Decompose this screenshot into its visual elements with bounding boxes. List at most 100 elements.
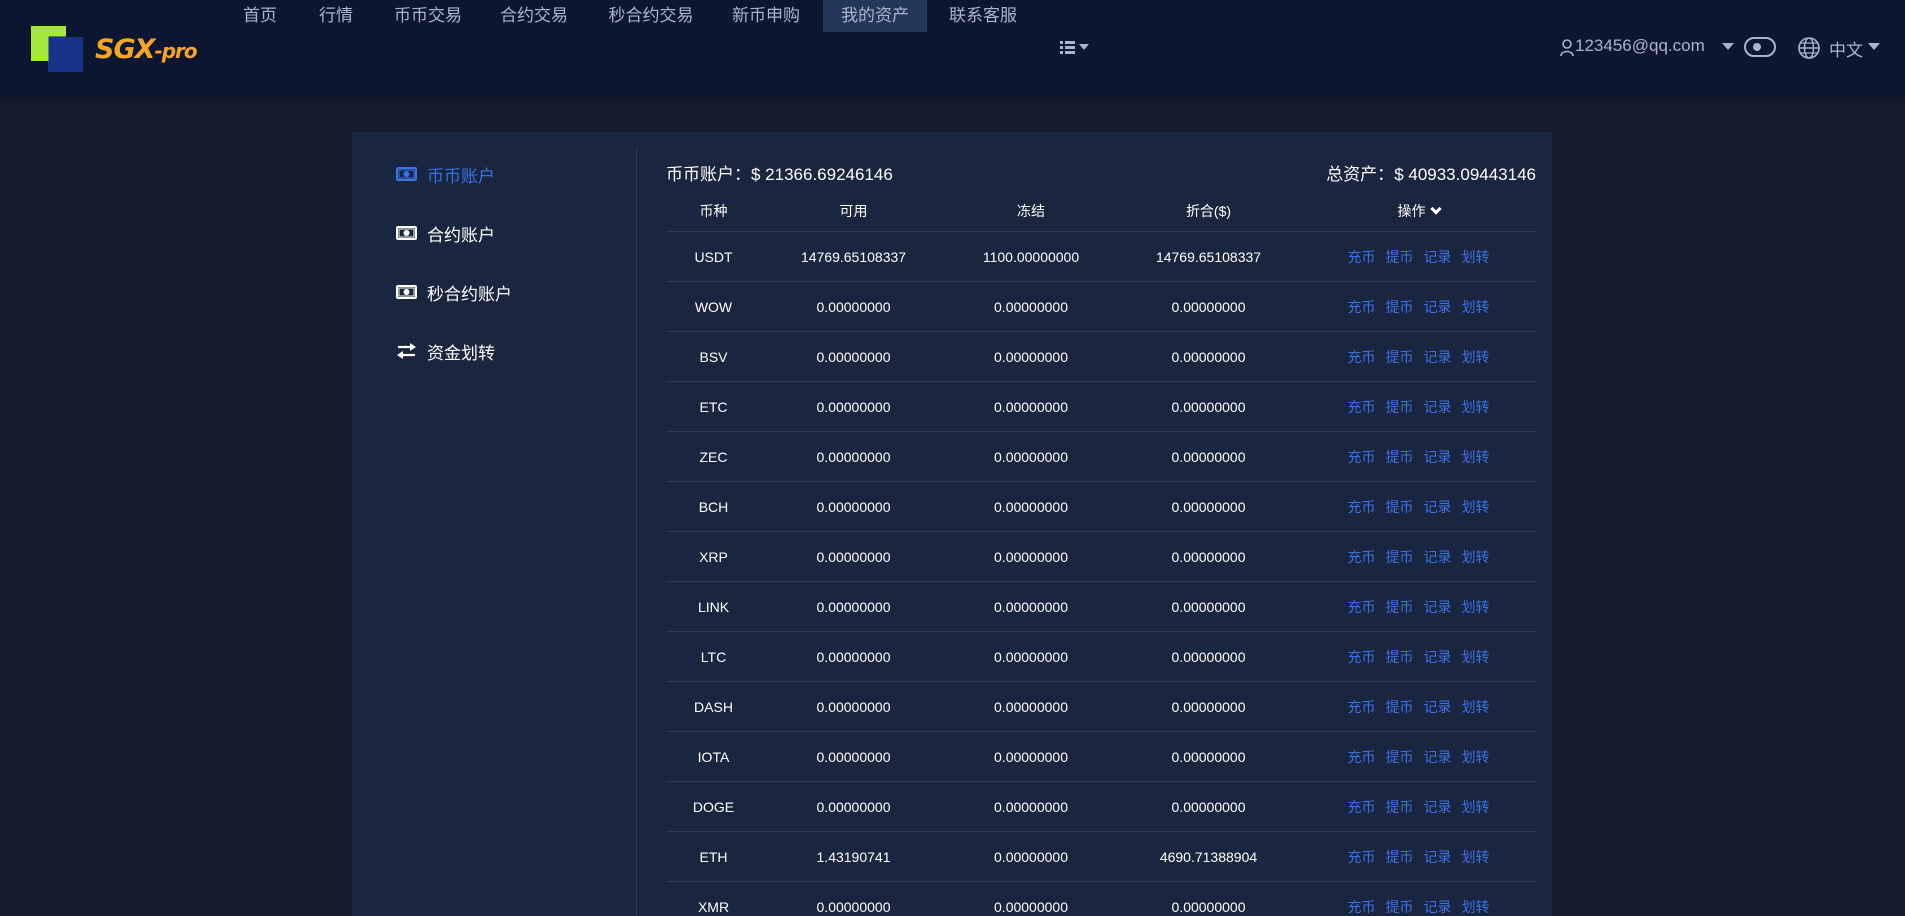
deposit-link[interactable]: 充币 [1348, 647, 1376, 667]
transfer-link[interactable]: 划转 [1462, 547, 1490, 567]
cell-coin: XMR [697, 898, 730, 915]
withdraw-link[interactable]: 提币 [1386, 747, 1414, 767]
records-link[interactable]: 记录 [1424, 847, 1452, 867]
cell-value: 0.00000000 [1171, 898, 1246, 915]
withdraw-link[interactable]: 提币 [1386, 247, 1414, 267]
total-assets-value: $ 40933.09443146 [1394, 165, 1536, 184]
transfer-link[interactable]: 划转 [1462, 897, 1490, 916]
records-link[interactable]: 记录 [1424, 447, 1452, 467]
spot-account-value: $ 21366.69246146 [751, 165, 893, 184]
nav-my-assets[interactable]: 我的资产 [823, 0, 927, 32]
transfer-link[interactable]: 划转 [1462, 347, 1490, 367]
withdraw-link[interactable]: 提币 [1386, 797, 1414, 817]
transfer-link[interactable]: 划转 [1462, 747, 1490, 767]
nav-second-contract[interactable]: 秒合约交易 [607, 0, 695, 32]
cell-actions: 充币 提币 记录 划转 [1301, 247, 1536, 267]
withdraw-link[interactable]: 提币 [1386, 347, 1414, 367]
table-row: ETH 1.43190741 0.00000000 4690.71388904 充币 提币… [666, 832, 1536, 882]
deposit-link[interactable]: 充币 [1348, 697, 1376, 717]
money-icon [396, 284, 417, 300]
logo-mark-back [48, 37, 83, 72]
transfer-link[interactable]: 划转 [1462, 647, 1490, 667]
transfer-link[interactable]: 划转 [1462, 597, 1490, 617]
withdraw-link[interactable]: 提币 [1386, 397, 1414, 417]
transfer-link[interactable]: 划转 [1462, 397, 1490, 417]
sidebar-item-contract-account[interactable]: 合约账户 [396, 221, 495, 245]
records-link[interactable]: 记录 [1424, 647, 1452, 667]
transfer-link[interactable]: 划转 [1462, 447, 1490, 467]
records-link[interactable]: 记录 [1424, 497, 1452, 517]
cell-actions: 充币 提币 记录 划转 [1301, 597, 1536, 617]
user-dropdown-caret-icon[interactable] [1722, 43, 1734, 50]
withdraw-link[interactable]: 提币 [1386, 897, 1414, 916]
deposit-link[interactable]: 充币 [1348, 747, 1376, 767]
logo[interactable]: SGX-pro [31, 26, 216, 72]
cell-actions: 充币 提币 记录 划转 [1301, 697, 1536, 717]
records-link[interactable]: 记录 [1424, 347, 1452, 367]
withdraw-link[interactable]: 提币 [1386, 597, 1414, 617]
sidebar-item-spot-account[interactable]: 币币账户 [396, 162, 495, 186]
cell-frozen: 0.00000000 [994, 548, 1068, 565]
withdraw-link[interactable]: 提币 [1386, 297, 1414, 317]
withdraw-link[interactable]: 提币 [1386, 447, 1414, 467]
theme-toggle[interactable] [1744, 37, 1776, 57]
deposit-link[interactable]: 充币 [1348, 547, 1376, 567]
records-link[interactable]: 记录 [1424, 547, 1452, 567]
records-link[interactable]: 记录 [1424, 897, 1452, 916]
cell-frozen: 0.00000000 [994, 698, 1068, 715]
table-row: DASH 0.00000000 0.00000000 0.00000000 充币 提币 记录… [666, 682, 1536, 732]
deposit-link[interactable]: 充币 [1348, 797, 1376, 817]
cell-available: 14769.65108337 [800, 248, 907, 265]
cell-coin: ETC [699, 398, 728, 415]
records-link[interactable]: 记录 [1424, 797, 1452, 817]
withdraw-link[interactable]: 提币 [1386, 847, 1414, 867]
records-link[interactable]: 记录 [1424, 597, 1452, 617]
transfer-link[interactable]: 划转 [1462, 847, 1490, 867]
cell-value: 0.00000000 [1171, 598, 1246, 615]
nav-more-menu[interactable] [1058, 38, 1094, 60]
deposit-link[interactable]: 充币 [1348, 397, 1376, 417]
language-caret-icon[interactable] [1868, 43, 1880, 50]
deposit-link[interactable]: 充币 [1348, 447, 1376, 467]
user-email[interactable]: 123456@qq.com [1575, 36, 1705, 56]
nav-new-coin[interactable]: 新币申购 [730, 0, 802, 32]
records-link[interactable]: 记录 [1424, 397, 1452, 417]
transfer-link[interactable]: 划转 [1462, 697, 1490, 717]
sidebar-item-fund-transfer[interactable]: 资金划转 [396, 339, 495, 363]
deposit-link[interactable]: 充币 [1348, 897, 1376, 916]
sidebar-item-second-contract-account[interactable]: 秒合约账户 [396, 280, 512, 304]
table-row: IOTA 0.00000000 0.00000000 0.00000000 充币 提币 记录… [666, 732, 1536, 782]
deposit-link[interactable]: 充币 [1348, 297, 1376, 317]
deposit-link[interactable]: 充币 [1348, 347, 1376, 367]
language-selector[interactable]: 中文 [1829, 36, 1863, 61]
cell-frozen: 0.00000000 [994, 448, 1068, 465]
deposit-link[interactable]: 充币 [1348, 247, 1376, 267]
sidebar-item-label: 资金划转 [427, 343, 495, 363]
nav-customer-service[interactable]: 联系客服 [947, 0, 1019, 32]
globe-icon[interactable] [1797, 36, 1821, 60]
transfer-link[interactable]: 划转 [1462, 497, 1490, 517]
withdraw-link[interactable]: 提币 [1386, 547, 1414, 567]
withdraw-link[interactable]: 提币 [1386, 647, 1414, 667]
deposit-link[interactable]: 充币 [1348, 847, 1376, 867]
nav-spot-trading[interactable]: 币币交易 [392, 0, 464, 32]
deposit-link[interactable]: 充币 [1348, 597, 1376, 617]
nav-market[interactable]: 行情 [317, 0, 355, 32]
transfer-link[interactable]: 划转 [1462, 247, 1490, 267]
cell-actions: 充币 提币 记录 划转 [1301, 797, 1536, 817]
assets-table: 币种 可用 冻结 折合($) 操作 USDT 14769.65108337 1100… [666, 190, 1536, 916]
transfer-link[interactable]: 划转 [1462, 297, 1490, 317]
user-icon [1560, 39, 1574, 57]
records-link[interactable]: 记录 [1424, 747, 1452, 767]
transfer-link[interactable]: 划转 [1462, 797, 1490, 817]
nav-contract-trading[interactable]: 合约交易 [498, 0, 570, 32]
records-link[interactable]: 记录 [1424, 247, 1452, 267]
records-link[interactable]: 记录 [1424, 297, 1452, 317]
withdraw-link[interactable]: 提币 [1386, 697, 1414, 717]
spot-account-balance: 币币账户：$ 21366.69246146 [666, 160, 893, 185]
deposit-link[interactable]: 充币 [1348, 497, 1376, 517]
col-actions[interactable]: 操作 [1301, 201, 1536, 221]
withdraw-link[interactable]: 提币 [1386, 497, 1414, 517]
records-link[interactable]: 记录 [1424, 697, 1452, 717]
nav-home[interactable]: 首页 [236, 0, 284, 32]
